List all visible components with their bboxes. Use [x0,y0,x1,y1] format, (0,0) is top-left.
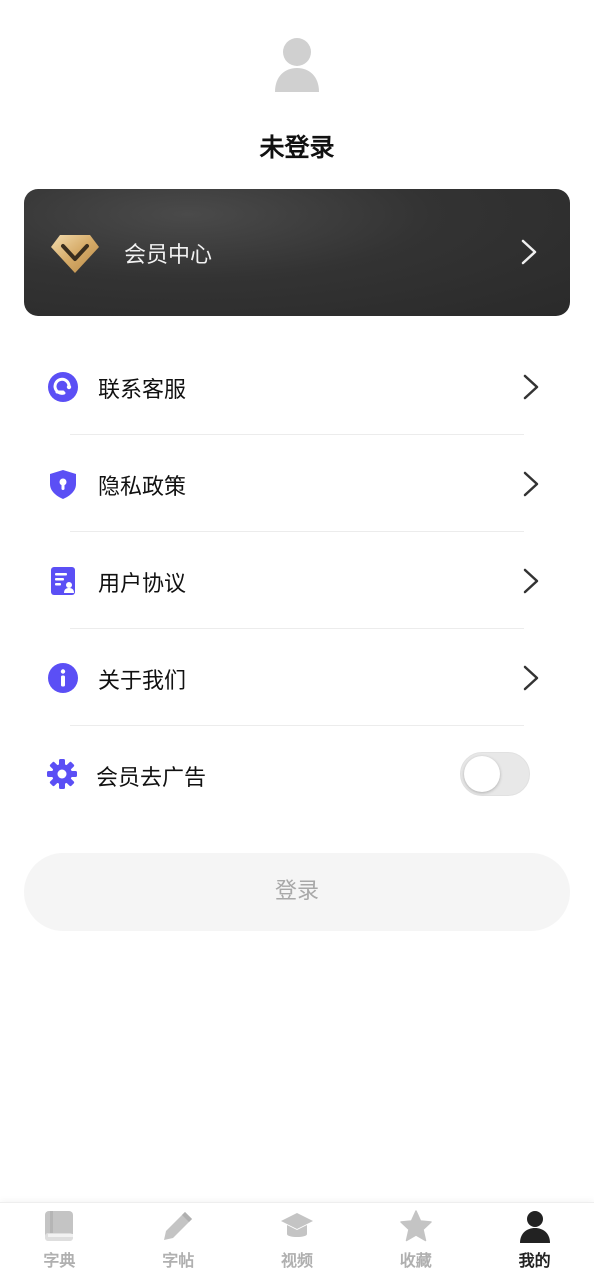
shield-lock-icon [50,470,76,499]
settings-menu: 联系客服 隐私政策 用户协议 关于我们 会员去广告 [0,338,594,823]
avatar-icon[interactable] [273,36,321,92]
menu-item-user-agreement[interactable]: 用户协议 [0,532,594,629]
tab-dictionary[interactable]: 字典 [0,1203,119,1280]
vip-center-card[interactable]: 会员中心 [24,189,570,316]
chevron-right-icon [523,471,539,497]
person-icon [519,1211,550,1243]
remove-ads-toggle[interactable] [460,752,530,796]
menu-item-label: 隐私政策 [98,475,187,500]
chevron-right-icon [521,239,537,265]
tab-video[interactable]: 视频 [238,1203,357,1280]
star-icon [400,1210,432,1242]
menu-item-about-us[interactable]: 关于我们 [0,629,594,726]
chevron-right-icon [523,374,539,400]
tab-copybook[interactable]: 字帖 [119,1203,238,1280]
document-user-icon [51,567,75,595]
menu-item-customer-service[interactable]: 联系客服 [0,338,594,435]
username-label: 未登录 [259,133,335,162]
login-button[interactable]: 登录 [24,853,570,931]
gear-icon [47,759,77,789]
pencil-icon [164,1212,193,1240]
tab-favorites[interactable]: 收藏 [356,1203,475,1280]
tab-label: 字典 [43,1251,76,1270]
chevron-right-icon [523,568,539,594]
tab-label: 视频 [280,1251,313,1270]
book-icon [45,1211,74,1241]
graduation-cap-icon [280,1213,313,1237]
tab-label: 我的 [518,1251,551,1270]
menu-item-label: 会员去广告 [96,766,207,791]
customer-service-icon [48,372,78,402]
tab-label: 字帖 [162,1251,195,1270]
tab-label: 收藏 [399,1251,432,1270]
menu-item-remove-ads: 会员去广告 [0,726,594,823]
menu-item-label: 用户协议 [98,572,187,597]
bottom-tab-bar: 字典 字帖 视频 收藏 我的 [0,1202,594,1280]
profile-header: 未登录 [0,0,594,180]
menu-item-label: 关于我们 [98,669,187,694]
chevron-right-icon [523,665,539,691]
vip-center-label: 会员中心 [124,243,213,268]
menu-item-label: 联系客服 [98,378,187,403]
info-icon [48,663,78,693]
toggle-knob [464,756,500,792]
diamond-icon [51,235,99,273]
menu-item-privacy-policy[interactable]: 隐私政策 [0,435,594,532]
tab-mine[interactable]: 我的 [475,1203,594,1280]
